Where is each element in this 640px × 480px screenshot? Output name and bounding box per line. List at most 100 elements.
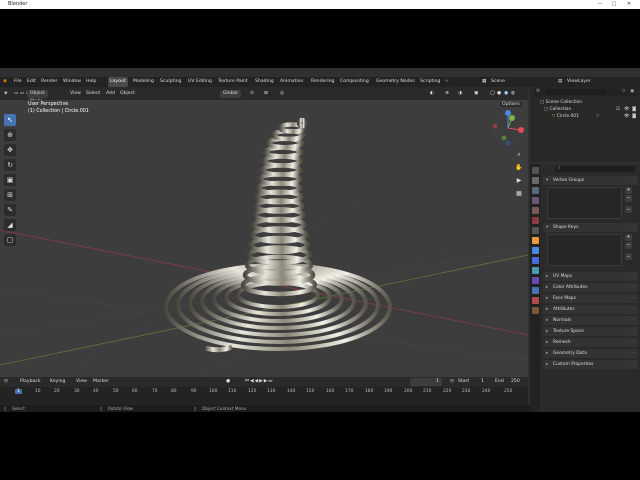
mode-dropdown[interactable]: Object Mode bbox=[27, 89, 48, 104]
properties-search-input[interactable]: ⌕ bbox=[555, 166, 635, 172]
menu-keying[interactable]: Keying bbox=[50, 377, 65, 387]
options-dropdown[interactable]: Options bbox=[500, 102, 522, 107]
menu-view[interactable]: View bbox=[70, 87, 81, 100]
vertex-groups-list[interactable] bbox=[547, 187, 622, 219]
end-field[interactable]: 250 bbox=[511, 377, 520, 387]
menu-window[interactable]: Window bbox=[63, 77, 81, 87]
overlay-toggle-icon[interactable]: ◑ bbox=[458, 87, 462, 100]
section-uv-maps[interactable]: ▸ UV Maps ⋯ bbox=[543, 272, 638, 281]
remove-shape-key-button[interactable]: − bbox=[625, 242, 632, 249]
editor-type-icon[interactable]: ◈ bbox=[4, 87, 8, 100]
scale-tool-icon[interactable]: ▣ bbox=[4, 174, 16, 186]
collection-checkbox-icon[interactable]: ☑ bbox=[616, 106, 620, 113]
viewlayer-name[interactable]: ViewLayer bbox=[567, 77, 591, 87]
object-eye-icon[interactable]: 👁 bbox=[624, 113, 630, 120]
output-tab-icon[interactable] bbox=[532, 187, 539, 194]
menu-object[interactable]: Object bbox=[120, 87, 135, 100]
scene-icon[interactable]: ▦ bbox=[482, 77, 486, 87]
outliner-collection[interactable]: ▢ Collection ☑ 👁 ◙ bbox=[544, 106, 638, 113]
data-tab-icon[interactable] bbox=[532, 287, 539, 294]
menu-select[interactable]: Select bbox=[86, 87, 100, 100]
tab-texture-paint[interactable]: Texture Paint bbox=[218, 77, 248, 87]
tab-uv-editing[interactable]: UV Editing bbox=[188, 77, 212, 87]
shape-keys-list[interactable] bbox=[547, 234, 622, 266]
modifier-tab-icon[interactable] bbox=[532, 247, 539, 254]
collection-tab-icon[interactable] bbox=[532, 227, 539, 234]
view-layer-tab-icon[interactable] bbox=[532, 197, 539, 204]
section-geometry-data[interactable]: ▸ Geometry Data ⋯ bbox=[543, 349, 638, 358]
add-workspace-icon[interactable]: + bbox=[445, 77, 449, 87]
zoom-icon[interactable]: ⌕ bbox=[513, 150, 525, 160]
add-cube-tool-icon[interactable]: ▢ bbox=[4, 234, 16, 246]
collection-camera-icon[interactable]: ◙ bbox=[632, 106, 636, 113]
xray-icon[interactable]: ▣ bbox=[474, 87, 478, 100]
close-button[interactable]: ✕ bbox=[624, 0, 634, 9]
measure-tool-icon[interactable]: ◢ bbox=[4, 219, 16, 231]
menu-add[interactable]: Add bbox=[106, 87, 115, 100]
tool-tab-icon[interactable] bbox=[532, 167, 539, 174]
filter-icon[interactable]: ▽ bbox=[622, 88, 625, 95]
menu-view-timeline[interactable]: View bbox=[76, 377, 87, 387]
tab-modeling[interactable]: Modeling bbox=[133, 77, 154, 87]
minimize-button[interactable]: — bbox=[595, 0, 605, 9]
orientation-dropdown[interactable]: Global bbox=[220, 89, 241, 98]
texture-tab-icon[interactable] bbox=[532, 307, 539, 314]
constraints-tab-icon[interactable] bbox=[532, 277, 539, 284]
menu-playback[interactable]: Playback bbox=[20, 377, 41, 387]
timeline-scale[interactable]: 1 10 20 30 40 50 60 70 80 90 100 110 120… bbox=[0, 387, 528, 405]
tab-animation[interactable]: Animation bbox=[280, 77, 303, 87]
physics-tab-icon[interactable] bbox=[532, 267, 539, 274]
vertex-group-menu-icon[interactable]: ⌄ bbox=[625, 206, 632, 213]
record-icon[interactable]: ● bbox=[226, 377, 230, 387]
snap-icon[interactable]: ⊞ bbox=[264, 87, 268, 100]
scene-name[interactable]: Scene bbox=[491, 77, 505, 87]
object-tab-icon[interactable] bbox=[532, 237, 539, 244]
perspective-toggle-icon[interactable]: ▦ bbox=[513, 189, 525, 199]
render-tab-icon[interactable] bbox=[532, 177, 539, 184]
pivot-icon[interactable]: ⊙ bbox=[250, 87, 254, 100]
proportional-icon[interactable]: ◎ bbox=[280, 87, 284, 100]
tab-layout[interactable]: Layout bbox=[108, 77, 128, 87]
outliner-scene-collection[interactable]: ▢ Scene Collection bbox=[540, 99, 582, 106]
material-tab-icon[interactable] bbox=[532, 297, 539, 304]
section-remesh[interactable]: ▸ Remesh ⋯ bbox=[543, 338, 638, 347]
gizmo-toggle-icon[interactable]: ⊕ bbox=[445, 87, 449, 100]
new-collection-icon[interactable]: ▣ bbox=[630, 88, 634, 95]
section-texture-space[interactable]: ▸ Texture Space ⋯ bbox=[543, 327, 638, 336]
menu-render[interactable]: Render bbox=[41, 77, 57, 87]
annotate-tool-icon[interactable]: ✎ bbox=[4, 204, 16, 216]
tab-sculpting[interactable]: Sculpting bbox=[160, 77, 181, 87]
viewlayer-icon[interactable]: ▤ bbox=[558, 77, 562, 87]
section-normals[interactable]: ▸ Normals ⋯ bbox=[543, 316, 638, 325]
outliner-type-icon[interactable]: ☰ bbox=[536, 88, 540, 95]
section-face-maps[interactable]: ▸ Face Maps ⋯ bbox=[543, 294, 638, 303]
add-shape-key-button[interactable]: + bbox=[625, 234, 632, 241]
object-camera-icon[interactable]: ◙ bbox=[632, 113, 636, 120]
tab-compositing[interactable]: Compositing bbox=[340, 77, 369, 87]
tab-scripting[interactable]: Scripting bbox=[420, 77, 440, 87]
outliner-object-circle[interactable]: ▽ Circle.001 ▽ 👁 ◙ bbox=[552, 113, 638, 120]
section-shape-keys[interactable]: ▾ Shape Keys ⋯ bbox=[543, 223, 638, 232]
preview-range-icon[interactable]: ◷ bbox=[450, 377, 454, 387]
world-tab-icon[interactable] bbox=[532, 217, 539, 224]
start-field[interactable]: 1 bbox=[481, 377, 484, 387]
rotate-tool-icon[interactable]: ↻ bbox=[4, 159, 16, 171]
remove-vertex-group-button[interactable]: − bbox=[625, 195, 632, 202]
playback-controls-icon[interactable]: ⏮◀◀▶▶⏭ bbox=[245, 377, 273, 387]
transform-tool-icon[interactable]: ⊞ bbox=[4, 189, 16, 201]
pan-hand-icon[interactable]: ✋ bbox=[513, 163, 525, 173]
collection-eye-icon[interactable]: 👁 bbox=[624, 106, 630, 113]
menu-file[interactable]: File bbox=[14, 77, 22, 87]
section-color-attributes[interactable]: ▸ Color Attributes ⋯ bbox=[543, 283, 638, 292]
visibility-icon[interactable]: ◐ bbox=[430, 87, 434, 100]
add-vertex-group-button[interactable]: + bbox=[625, 187, 632, 194]
menu-marker[interactable]: Marker bbox=[93, 377, 109, 387]
tab-shading[interactable]: Shading bbox=[255, 77, 274, 87]
timeline-editor-icon[interactable]: ◷ bbox=[4, 377, 8, 387]
shape-key-menu-icon[interactable]: ⌄ bbox=[625, 253, 632, 260]
tab-rendering[interactable]: Rendering bbox=[311, 77, 334, 87]
section-custom-properties[interactable]: ▸ Custom Properties ⋯ bbox=[543, 360, 638, 369]
3d-viewport[interactable]: User Perspective (1) Collection | Circle… bbox=[0, 100, 528, 377]
shading-wireframe-icon[interactable]: ◯ bbox=[490, 87, 495, 100]
scene-tab-icon[interactable] bbox=[532, 207, 539, 214]
